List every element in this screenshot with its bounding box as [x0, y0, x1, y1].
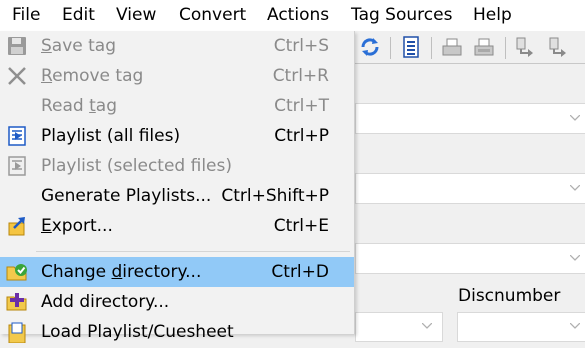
chevron-down-icon	[570, 114, 580, 121]
file-menu-dropdown: Save tag Ctrl+S Remove tag Ctrl+R Read t…	[0, 31, 355, 344]
tag-field-combo[interactable]	[355, 173, 585, 204]
menu-help[interactable]: Help	[473, 0, 512, 31]
menu-item-playlist-all[interactable]: Playlist (all files) Ctrl+P	[0, 121, 354, 151]
menu-item-save-tag[interactable]: Save tag Ctrl+S	[0, 31, 354, 61]
menu-item-shortcut: Ctrl+E	[273, 216, 329, 236]
menu-item-add-directory[interactable]: Add directory...	[0, 287, 354, 317]
tag-field-combo[interactable]	[355, 312, 443, 342]
print-icon[interactable]	[441, 36, 463, 58]
menu-item-label: Playlist (all files)	[41, 126, 181, 146]
folder-add-icon	[6, 291, 28, 313]
menu-convert[interactable]: Convert	[179, 0, 246, 31]
refresh-icon[interactable]	[359, 36, 381, 58]
menu-item-shortcut: Ctrl+S	[273, 36, 329, 56]
menu-bar: File Edit View Convert Actions Tag Sourc…	[0, 0, 585, 31]
remove-x-icon	[6, 65, 28, 87]
redo-icon[interactable]	[514, 36, 536, 58]
toolbar	[355, 31, 585, 63]
menu-item-label: Change directory...	[41, 262, 202, 282]
undo-icon[interactable]	[547, 36, 569, 58]
menu-item-load-playlist[interactable]: Load Playlist/Cuesheet	[0, 317, 354, 347]
menu-item-label: Remove tag	[41, 66, 144, 86]
menu-item-label: Playlist (selected files)	[41, 156, 233, 176]
menu-item-read-tag[interactable]: Read tag Ctrl+T	[0, 91, 354, 121]
tag-field-combo[interactable]	[355, 243, 585, 274]
menu-item-generate-playlists[interactable]: Generate Playlists... Ctrl+Shift+P	[0, 181, 354, 211]
menu-item-label: Load Playlist/Cuesheet	[41, 322, 234, 342]
document-list-icon[interactable]	[400, 36, 422, 58]
playlist-icon	[6, 155, 28, 177]
menu-item-shortcut: Ctrl+D	[271, 262, 329, 282]
menu-item-label: Save tag	[41, 36, 117, 56]
menu-tag-sources[interactable]: Tag Sources	[351, 0, 452, 31]
toolbar-separator	[505, 37, 506, 59]
menu-item-shortcut: Ctrl+Shift+P	[221, 186, 329, 206]
folder-check-icon	[6, 261, 28, 283]
chevron-down-icon	[570, 184, 580, 191]
menu-edit[interactable]: Edit	[62, 0, 95, 31]
discnumber-label: Discnumber	[458, 286, 561, 306]
menu-item-remove-tag[interactable]: Remove tag Ctrl+R	[0, 61, 354, 91]
menu-item-shortcut: Ctrl+R	[272, 66, 329, 86]
menu-item-playlist-selected[interactable]: Playlist (selected files)	[0, 151, 354, 181]
chevron-down-icon	[422, 323, 432, 329]
menu-view[interactable]: View	[116, 0, 156, 31]
menu-item-label: Export...	[41, 216, 113, 236]
chevron-down-icon	[570, 323, 580, 329]
menu-item-shortcut: Ctrl+P	[274, 126, 329, 146]
chevron-down-icon	[570, 254, 580, 261]
export-icon	[6, 215, 28, 237]
print-preview-icon[interactable]	[473, 36, 495, 58]
discnumber-combo[interactable]	[457, 312, 585, 342]
floppy-disk-icon	[6, 35, 28, 57]
tag-field-combo[interactable]	[355, 103, 585, 134]
menu-item-label: Generate Playlists...	[41, 186, 212, 206]
menu-separator	[36, 251, 350, 252]
playlist-icon	[6, 125, 28, 147]
menu-item-export[interactable]: Export... Ctrl+E	[0, 211, 354, 241]
toolbar-separator	[390, 37, 391, 59]
menu-item-shortcut: Ctrl+T	[274, 96, 329, 116]
menu-file[interactable]: File	[12, 0, 40, 31]
menu-item-change-directory[interactable]: Change directory... Ctrl+D	[0, 257, 354, 287]
load-playlist-icon	[6, 321, 28, 344]
menu-item-label: Read tag	[41, 96, 118, 116]
menu-actions[interactable]: Actions	[267, 0, 329, 31]
menu-item-label: Add directory...	[41, 292, 170, 312]
toolbar-separator	[431, 37, 432, 59]
